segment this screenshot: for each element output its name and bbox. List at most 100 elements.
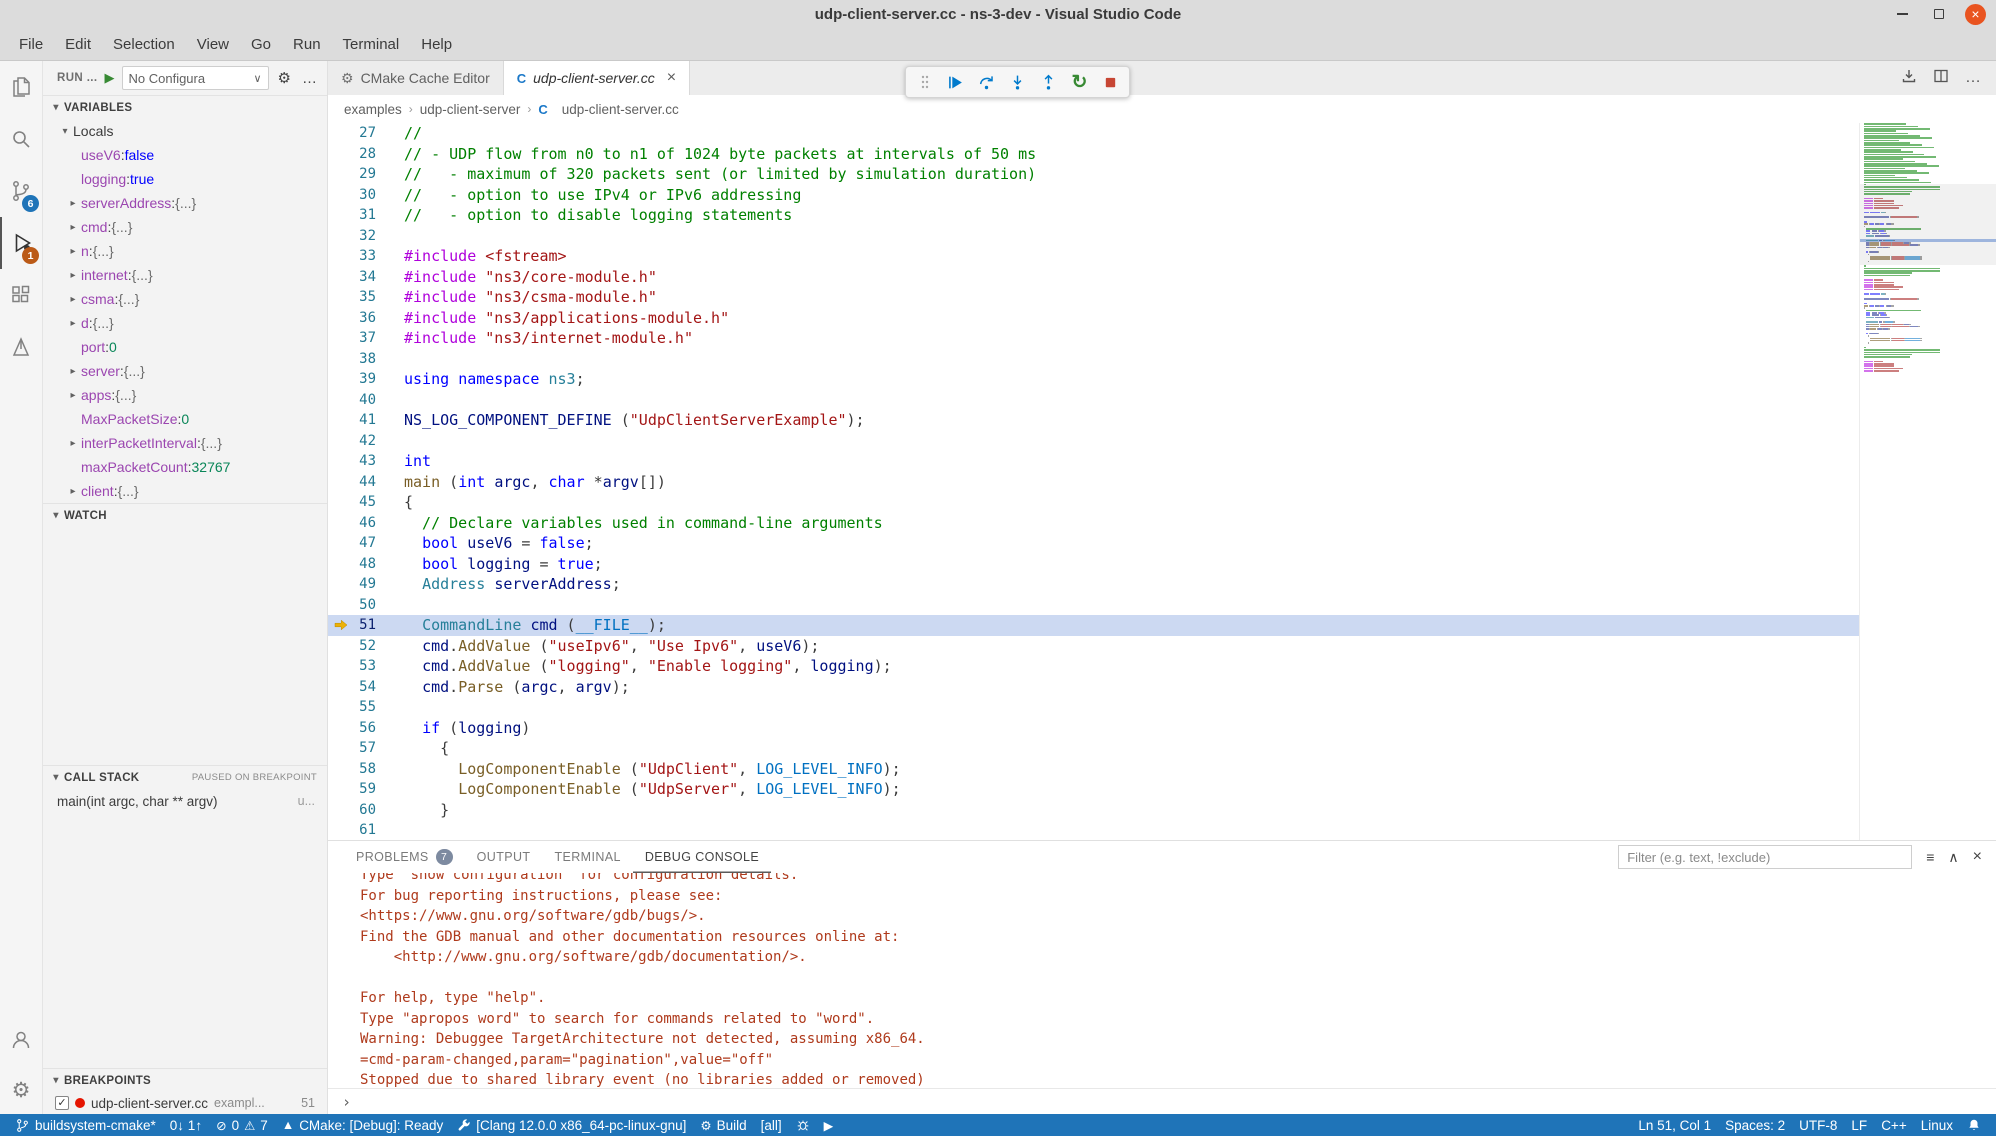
code-line[interactable]: 30// - option to use IPv4 or IPv6 addres… — [328, 185, 1859, 206]
code-line[interactable]: 45{ — [328, 492, 1859, 513]
code-line[interactable]: 31// - option to disable logging stateme… — [328, 205, 1859, 226]
code-line[interactable]: 33#include <fstream> — [328, 246, 1859, 267]
code-line[interactable]: 61 — [328, 820, 1859, 840]
code-line[interactable]: 60 } — [328, 800, 1859, 821]
activity-search[interactable] — [0, 113, 42, 165]
variable-maxPacketCount[interactable]: maxPacketCount: 32767 — [43, 455, 327, 479]
glyph-margin[interactable] — [328, 492, 354, 513]
code-line[interactable]: 29// - maximum of 320 packets sent (or l… — [328, 164, 1859, 185]
glyph-margin[interactable] — [328, 513, 354, 534]
menu-view[interactable]: View — [186, 28, 240, 60]
code-line[interactable]: 53 cmd.AddValue ("logging", "Enable logg… — [328, 656, 1859, 677]
download-icon[interactable] — [1901, 68, 1917, 89]
variable-server[interactable]: ▸server: {...} — [43, 359, 327, 383]
code-line[interactable]: 41NS_LOG_COMPONENT_DEFINE ("UdpClientSer… — [328, 410, 1859, 431]
glyph-margin[interactable] — [328, 431, 354, 452]
glyph-margin[interactable] — [328, 369, 354, 390]
variable-internet[interactable]: ▸internet: {...} — [43, 263, 327, 287]
status-problems[interactable]: ⊘0⚠7 — [209, 1114, 275, 1136]
status-git-sync[interactable]: 0↓ 1↑ — [163, 1114, 209, 1136]
status-eol[interactable]: LF — [1844, 1114, 1874, 1136]
menu-terminal[interactable]: Terminal — [332, 28, 411, 60]
status-cmake-status[interactable]: ▲CMake: [Debug]: Ready — [275, 1114, 450, 1136]
status-cursor-position[interactable]: Ln 51, Col 1 — [1631, 1114, 1718, 1136]
code-line[interactable]: 42 — [328, 431, 1859, 452]
minimap[interactable] — [1859, 123, 1996, 840]
glyph-margin[interactable] — [328, 718, 354, 739]
glyph-margin[interactable] — [328, 451, 354, 472]
glyph-margin[interactable] — [328, 164, 354, 185]
variable-interPacketInterval[interactable]: ▸interPacketInterval: {...} — [43, 431, 327, 455]
watch-section-header[interactable]: ▾ WATCH — [43, 503, 327, 527]
glyph-margin[interactable] — [328, 677, 354, 698]
maximize-panel-icon[interactable]: ∧ — [1948, 849, 1958, 866]
debug-config-dropdown[interactable]: No Configura ∨ — [122, 66, 269, 90]
status-notifications[interactable] — [1960, 1114, 1988, 1136]
breadcrumb-item[interactable]: udp-client-server — [420, 102, 521, 117]
code-line[interactable]: 50 — [328, 595, 1859, 616]
glyph-margin[interactable] — [328, 656, 354, 677]
stop-button[interactable] — [1096, 68, 1125, 96]
glyph-margin[interactable] — [328, 410, 354, 431]
code-line[interactable]: 39using namespace ns3; — [328, 369, 1859, 390]
code-line[interactable]: 52 cmd.AddValue ("useIpv6", "Use Ipv6", … — [328, 636, 1859, 657]
split-editor-icon[interactable] — [1933, 68, 1949, 89]
code-line[interactable]: 40 — [328, 390, 1859, 411]
code-line[interactable]: 58 LogComponentEnable ("UdpClient", LOG_… — [328, 759, 1859, 780]
breakpoints-section-header[interactable]: ▾ BREAKPOINTS — [43, 1068, 327, 1092]
debug-console[interactable]: Type "show configuration" for configurat… — [328, 873, 1996, 1088]
debug-current-line-arrow[interactable] — [328, 615, 354, 636]
panel-tab-problems[interactable]: PROBLEMS7 — [344, 841, 465, 873]
status-cmake-kit[interactable]: [Clang 12.0.0 x86_64-pc-linux-gnu] — [450, 1114, 693, 1136]
activity-run-and-debug[interactable]: 1 — [0, 217, 42, 269]
glyph-margin[interactable] — [328, 472, 354, 493]
code-line[interactable]: 38 — [328, 349, 1859, 370]
status-cmake-debug[interactable] — [789, 1114, 817, 1136]
panel-tab-output[interactable]: OUTPUT — [465, 841, 543, 873]
call-stack-section-header[interactable]: ▾ CALL STACK PAUSED ON BREAKPOINT — [43, 765, 327, 789]
menu-file[interactable]: File — [8, 28, 54, 60]
activity-explorer[interactable] — [0, 61, 42, 113]
activity-extensions[interactable] — [0, 269, 42, 321]
glyph-margin[interactable] — [328, 267, 354, 288]
glyph-margin[interactable] — [328, 595, 354, 616]
more-actions-icon[interactable]: … — [1965, 69, 1982, 87]
code-line[interactable]: 55 — [328, 697, 1859, 718]
code-line[interactable]: 59 LogComponentEnable ("UdpServer", LOG_… — [328, 779, 1859, 800]
close-button[interactable]: × — [1965, 4, 1986, 25]
menu-run[interactable]: Run — [282, 28, 332, 60]
breadcrumb-item[interactable]: udp-client-server.cc — [562, 102, 679, 117]
code-line[interactable]: 51 CommandLine cmd (__FILE__); — [328, 615, 1859, 636]
breakpoint-row[interactable]: ✓ udp-client-server.cc exampl... 51 — [43, 1092, 327, 1114]
glyph-margin[interactable] — [328, 349, 354, 370]
glyph-margin[interactable] — [328, 144, 354, 165]
status-build-target[interactable]: [all] — [754, 1114, 789, 1136]
step-over-button[interactable] — [972, 68, 1001, 96]
glyph-margin[interactable] — [328, 820, 354, 840]
status-os[interactable]: Linux — [1914, 1114, 1960, 1136]
code-line[interactable]: 56 if (logging) — [328, 718, 1859, 739]
variable-n[interactable]: ▸n: {...} — [43, 239, 327, 263]
continue-button[interactable] — [941, 68, 970, 96]
code-line[interactable]: 35#include "ns3/csma-module.h" — [328, 287, 1859, 308]
code-editor[interactable]: 27//28// - UDP flow from n0 to n1 of 102… — [328, 123, 1859, 840]
breadcrumb-item[interactable]: examples — [344, 102, 402, 117]
step-out-button[interactable] — [1034, 68, 1063, 96]
variable-d[interactable]: ▸d: {...} — [43, 311, 327, 335]
glyph-margin[interactable] — [328, 226, 354, 247]
status-language-mode[interactable]: C++ — [1874, 1114, 1914, 1136]
restore-button[interactable] — [1928, 3, 1950, 25]
status-encoding[interactable]: UTF-8 — [1792, 1114, 1844, 1136]
code-line[interactable]: 46 // Declare variables used in command-… — [328, 513, 1859, 534]
variable-port[interactable]: port: 0 — [43, 335, 327, 359]
code-line[interactable]: 27// — [328, 123, 1859, 144]
code-line[interactable]: 48 bool logging = true; — [328, 554, 1859, 575]
glyph-margin[interactable] — [328, 554, 354, 575]
glyph-margin[interactable] — [328, 390, 354, 411]
code-line[interactable]: 36#include "ns3/applications-module.h" — [328, 308, 1859, 329]
more-actions-icon[interactable]: … — [300, 70, 319, 87]
status-cmake-build[interactable]: ⚙Build — [693, 1114, 753, 1136]
glyph-margin[interactable] — [328, 738, 354, 759]
tab-cmake-cache-editor[interactable]: ⚙CMake Cache Editor — [328, 61, 504, 95]
step-into-button[interactable] — [1003, 68, 1032, 96]
